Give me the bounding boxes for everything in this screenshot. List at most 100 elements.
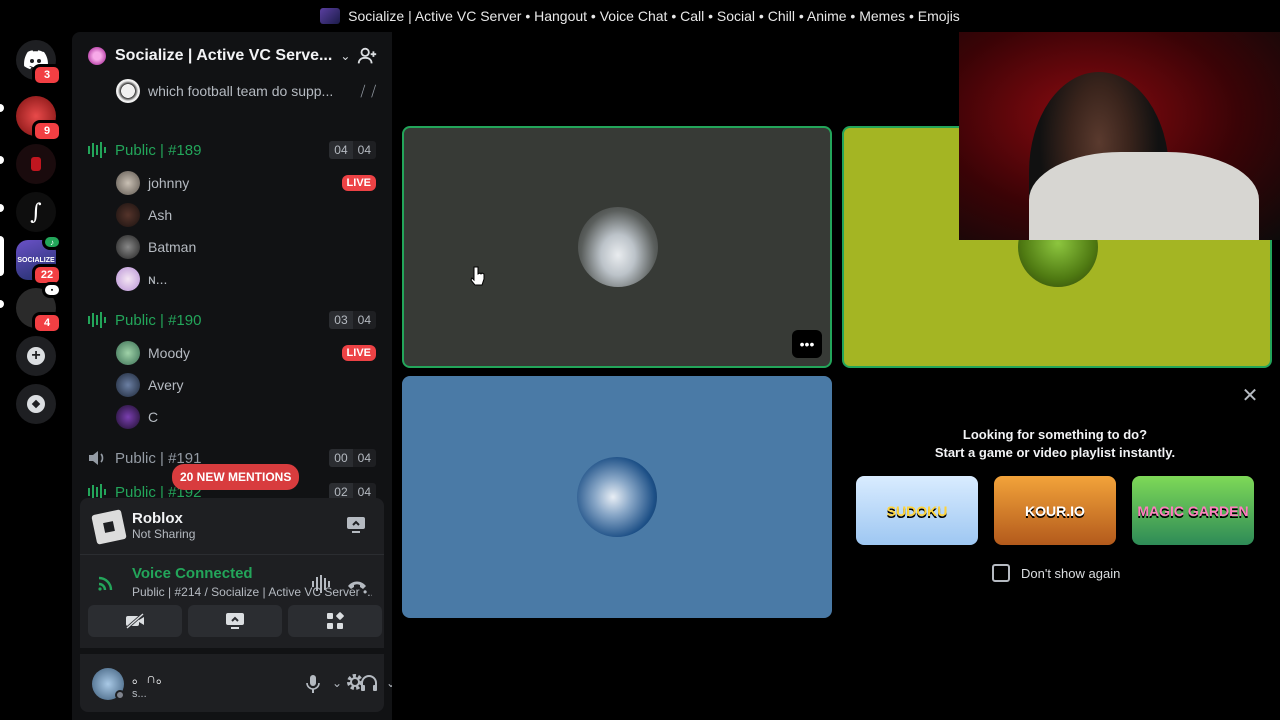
server-icon-socialize[interactable]: SOCIALIZE ♪ 22 [16, 234, 62, 286]
title-bar: Socialize | Active VC Server • Hangout •… [0, 0, 1280, 32]
game-kour-io[interactable]: KOUR.IO [994, 476, 1116, 545]
camera-off-icon [126, 613, 144, 629]
server-name: Socialize | Active VC Serve... [115, 47, 333, 64]
participant-avatar [577, 457, 657, 537]
voice-user[interactable]: Moody LIVE [116, 338, 376, 368]
voice-channel-190[interactable]: Public | #190 03 04 [80, 304, 384, 336]
game-magic-garden[interactable]: MAGIC GARDEN [1132, 476, 1254, 545]
live-badge: LIVE [341, 345, 376, 361]
unread-pill [0, 156, 4, 164]
voice-active-icon: ♪ [42, 234, 62, 250]
user-count: 00 04 [329, 449, 376, 467]
activity-subtitle: Not Sharing [132, 527, 196, 541]
screen-share-button[interactable] [188, 605, 282, 637]
disconnect-icon[interactable] [346, 577, 368, 591]
connection-icon [98, 576, 113, 591]
avatar [116, 267, 140, 291]
activities-button[interactable] [288, 605, 382, 637]
user-name[interactable]: 。∩。 [132, 668, 170, 688]
server-rail: 3 9 ∫ SOCIALIZE ♪ 22 ▪ 4 + [0, 32, 72, 720]
notification-badge: 3 [32, 64, 62, 86]
user-name: C [148, 409, 159, 425]
notification-badge: 4 [32, 312, 62, 334]
checkbox[interactable] [992, 564, 1010, 582]
message-icon: ▪ [42, 282, 62, 298]
video-tile-3[interactable] [402, 376, 832, 618]
live-badge: LIVE [341, 175, 376, 191]
notification-badge: 9 [32, 120, 62, 142]
webcam-overlay [959, 32, 1280, 240]
mouse-cursor [470, 266, 485, 286]
server-icon-2[interactable] [16, 144, 56, 184]
server-icon-1[interactable]: 9 [16, 96, 62, 142]
user-panel: 。∩。 s... ⌄ ⌄ [80, 654, 392, 712]
share-screen-icon[interactable] [346, 516, 366, 534]
more-options-button[interactable]: ••• [792, 330, 822, 358]
chevron-down-icon[interactable]: ⌄ [386, 676, 392, 690]
server-icon-3[interactable]: ∫ [16, 192, 56, 232]
discord-home-icon[interactable]: 3 [16, 40, 62, 86]
invite-icon[interactable] [356, 45, 378, 67]
activities-icon [327, 612, 344, 629]
server-title-icon [320, 8, 341, 24]
voice-user[interactable]: ɴ... [116, 264, 376, 294]
muted-icon: ⧸ [371, 82, 376, 99]
participant-avatar [578, 207, 658, 287]
channel-name: Public | #190 [115, 311, 202, 329]
suggestion-heading: Looking for something to do? [962, 427, 1148, 442]
roblox-icon [91, 509, 127, 545]
activity-title: Roblox [132, 510, 183, 527]
status-indicator [115, 690, 125, 700]
voice-user[interactable]: Avery [116, 370, 376, 400]
chevron-down-icon[interactable]: ⌄ [332, 676, 342, 690]
voice-activity-icon [88, 312, 106, 328]
voice-channel-189[interactable]: Public | #189 04 04 [80, 134, 384, 166]
speaker-icon [89, 451, 104, 465]
voice-activity-icon [88, 142, 106, 158]
server-boost-icon [88, 47, 106, 65]
video-off-button[interactable] [88, 605, 182, 637]
suggestion-subheading: Start a game or video playlist instantly… [934, 445, 1176, 460]
add-server-icon[interactable]: + [16, 336, 56, 376]
close-icon[interactable]: ✕ [1240, 386, 1260, 406]
voice-user[interactable]: C [116, 402, 376, 432]
new-mentions-pill[interactable]: 20 NEW MENTIONS [172, 464, 300, 490]
dont-show-again[interactable]: Don't show again [992, 564, 1120, 582]
avatar [116, 405, 140, 429]
voice-user[interactable]: which football team do supp... ⧸ ⧸ [116, 76, 376, 106]
chevron-down-icon: ⌄ [340, 49, 351, 63]
voice-user[interactable]: Batman [116, 232, 376, 262]
screen-share-icon [226, 613, 244, 629]
user-name: Batman [148, 239, 197, 255]
user-name: Moody [148, 345, 191, 361]
user-status: s... [132, 688, 147, 700]
user-name: Ash [148, 207, 173, 223]
server-icon-5[interactable]: ▪ 4 [16, 282, 62, 334]
activity-panel: Roblox Not Sharing [80, 498, 384, 554]
settings-gear-icon[interactable] [345, 672, 365, 692]
video-tile-1[interactable]: ••• [402, 126, 832, 368]
user-count: 04 04 [329, 141, 376, 159]
user-name: johnny [148, 175, 190, 191]
server-header[interactable]: Socialize | Active VC Serve... ⌄ [72, 32, 392, 80]
voice-status[interactable]: Voice Connected [132, 565, 372, 582]
dont-show-label: Don't show again [1021, 565, 1121, 581]
voice-panel: Voice Connected Public | #214 / Socializ… [80, 554, 384, 648]
avatar [116, 203, 140, 227]
noise-suppression-icon[interactable] [312, 575, 332, 593]
game-sudoku[interactable]: SUDOKU [856, 476, 978, 545]
discover-icon[interactable] [16, 384, 56, 424]
user-name: ɴ... [148, 271, 168, 287]
unread-pill [0, 300, 4, 308]
deafened-icon: ⧸ [360, 82, 366, 99]
voice-user[interactable]: Ash [116, 200, 376, 230]
selected-pill [0, 236, 4, 276]
voice-user[interactable]: johnny LIVE [116, 168, 376, 198]
window-title: Socialize | Active VC Server • Hangout •… [348, 8, 960, 24]
microphone-icon[interactable] [306, 674, 320, 694]
unread-pill [0, 104, 4, 112]
channel-sidebar: Socialize | Active VC Serve... ⌄ which f… [72, 32, 392, 720]
activity-suggestion: ✕ Looking for something to do? Start a g… [840, 376, 1270, 620]
avatar [116, 341, 140, 365]
voice-location[interactable]: Public | #214 / Socialize | Active VC Se… [132, 585, 372, 599]
